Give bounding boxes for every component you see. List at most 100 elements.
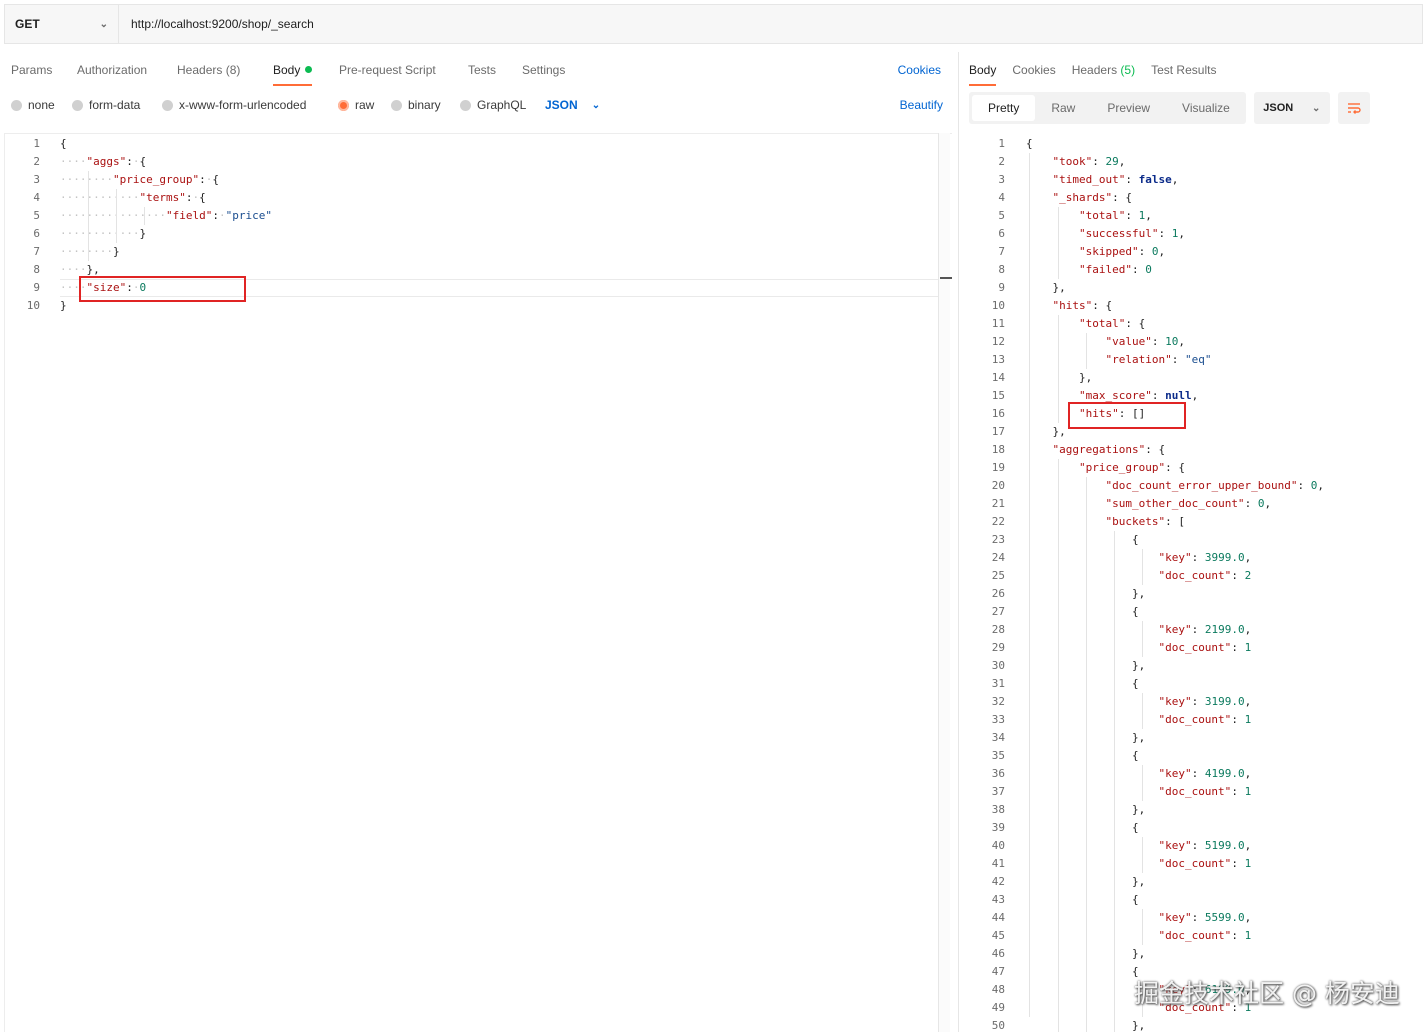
line-number: 44 (991, 911, 1005, 924)
code-line: { (1131, 965, 1139, 978)
url-input[interactable]: http://localhost:9200/shop/_search (119, 5, 1422, 43)
tab-pre-request-script[interactable]: Pre-request Script (339, 63, 436, 77)
radio-circle-icon (460, 99, 471, 111)
line-number: 11 (991, 317, 1005, 330)
tab-authorization[interactable]: Authorization (77, 63, 147, 77)
line-number: 9 (33, 281, 40, 294)
editor-scrollbar[interactable] (938, 133, 950, 1032)
radio-graphql[interactable]: GraphQL (460, 98, 526, 112)
body-indicator-dot (305, 66, 313, 73)
highlight-hits-box (1068, 402, 1186, 429)
tab-params[interactable]: Params (11, 63, 52, 77)
radio-x-www-form-urlencoded[interactable]: x-www-form-urlencoded (162, 98, 306, 112)
response-tab-test-results[interactable]: Test Results (1151, 63, 1216, 77)
code-line: "doc_count": 1 (1158, 713, 1252, 726)
response-tab-cookies[interactable]: Cookies (1012, 63, 1055, 77)
code-line: "relation": "eq" (1105, 353, 1212, 366)
radio-raw[interactable]: raw (338, 98, 374, 112)
line-number: 26 (991, 587, 1005, 600)
line-number: 15 (991, 389, 1005, 402)
code-line: ····"aggs":·{ (60, 155, 147, 168)
code-line: "price_group": { (1078, 461, 1185, 474)
body-type-selector: none form-data x-www-form-urlencoded raw… (0, 92, 958, 118)
beautify-button[interactable]: Beautify (900, 98, 943, 112)
code-line: "key": 3199.0, (1158, 695, 1252, 708)
tab-settings[interactable]: Settings (522, 63, 565, 77)
code-line: "key": 2199.0, (1158, 623, 1252, 636)
request-body-editor[interactable] (4, 133, 952, 1032)
line-number: 28 (991, 623, 1005, 636)
word-wrap-button[interactable] (1337, 92, 1370, 124)
line-number: 8 (33, 263, 40, 276)
view-visualize[interactable]: Visualize (1166, 95, 1246, 121)
code-line: "key": 5599.0, (1158, 911, 1252, 924)
tab-body[interactable]: Body (273, 63, 313, 86)
code-line: }, (1078, 371, 1093, 384)
code-line: }, (1052, 425, 1066, 438)
line-number: 21 (991, 497, 1005, 510)
radio-circle-icon (391, 99, 402, 111)
line-number: 45 (991, 929, 1005, 942)
code-line: "successful": 1, (1078, 227, 1185, 240)
headers-count-badge: (5) (1120, 63, 1136, 77)
radio-label: form-data (89, 98, 141, 112)
response-tab-body[interactable]: Body (969, 63, 997, 86)
code-line: }, (1052, 281, 1066, 294)
code-line: { (1131, 749, 1139, 762)
radio-binary[interactable]: binary (391, 98, 441, 112)
indent-guide (1086, 477, 1087, 1032)
code-line: ········"price_group":·{ (60, 173, 219, 186)
tab-body-label: Body (273, 63, 301, 77)
line-number: 19 (991, 461, 1005, 474)
response-format-select[interactable]: JSON ⌄ (1253, 92, 1330, 124)
line-number: 30 (991, 659, 1005, 672)
code-line: "total": 1, (1078, 209, 1152, 222)
code-line: "aggregations": { (1052, 443, 1166, 456)
line-number: 48 (991, 983, 1005, 996)
code-line: "failed": 0 (1078, 263, 1152, 276)
code-line: { (1026, 137, 1033, 150)
code-line: "doc_count": 1 (1158, 785, 1252, 798)
line-number: 1 (998, 137, 1005, 150)
code-line: "value": 10, (1105, 335, 1185, 348)
tab-headers[interactable]: Headers (8) (177, 63, 240, 77)
view-preview[interactable]: Preview (1091, 95, 1166, 121)
code-line: "key": 5199.0, (1158, 839, 1252, 852)
chevron-down-icon: ⌄ (1312, 102, 1321, 114)
line-number: 40 (991, 839, 1005, 852)
scroll-position-marker (940, 277, 952, 279)
body-format-select[interactable]: JSON ⌄ (545, 98, 600, 112)
highlight-size-box (79, 276, 246, 302)
radio-circle-icon (72, 99, 83, 111)
line-number: 1 (33, 137, 40, 150)
radio-selected-icon (338, 99, 349, 111)
line-number: 47 (991, 965, 1005, 978)
response-tab-headers[interactable]: Headers (5) (1072, 63, 1135, 77)
panel-divider[interactable] (958, 52, 959, 1032)
code-line: "took": 29, (1052, 155, 1126, 168)
code-line: } (60, 299, 67, 312)
line-number: 6 (33, 227, 40, 240)
line-number: 2 (33, 155, 40, 168)
response-headers-label: Headers (5) (1071, 63, 1136, 77)
line-number: 17 (991, 425, 1005, 438)
line-number: 4 (33, 191, 40, 204)
code-line: "buckets": [ (1105, 515, 1185, 528)
line-number: 3 (33, 173, 40, 186)
chevron-down-icon: ⌄ (591, 99, 601, 111)
cookies-link[interactable]: Cookies (898, 63, 941, 77)
code-line: "_shards": { (1052, 191, 1132, 204)
indent-guide (1142, 549, 1143, 585)
code-line: { (60, 137, 67, 150)
line-number: 13 (991, 353, 1005, 366)
view-raw[interactable]: Raw (1035, 95, 1091, 121)
method-select[interactable]: GET ⌄ (5, 5, 119, 43)
indent-guide (1142, 765, 1143, 801)
radio-none[interactable]: none (11, 98, 55, 112)
radio-form-data[interactable]: form-data (72, 98, 140, 112)
line-number: 43 (991, 893, 1005, 906)
line-number: 49 (991, 1001, 1005, 1014)
view-pretty[interactable]: Pretty (972, 95, 1036, 121)
tab-tests[interactable]: Tests (468, 63, 496, 77)
code-line: "doc_count": 2 (1158, 569, 1252, 582)
